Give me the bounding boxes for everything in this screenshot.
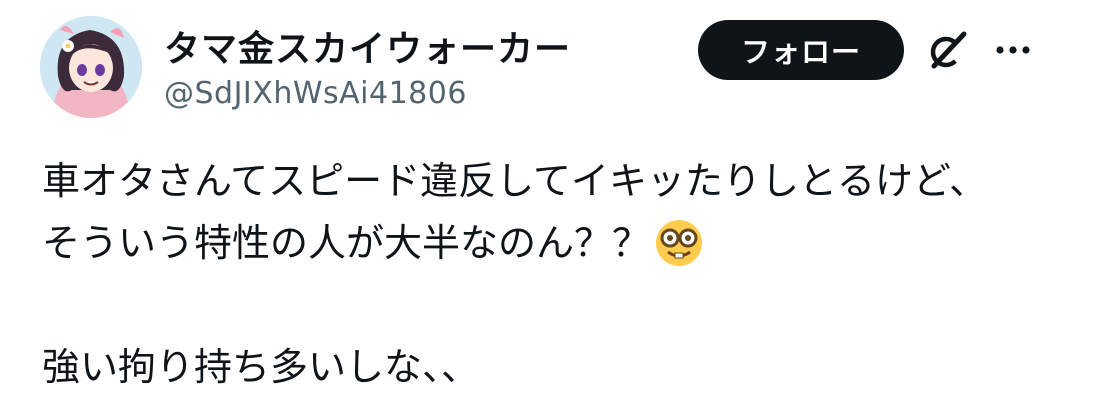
display-name[interactable]: タマ金スカイウォーカー bbox=[164, 20, 571, 72]
tweet-text: 車オタさんてスピード違反してイキッたりしとるけど、 そういう特性の人が大半なのん… bbox=[42, 150, 1082, 398]
follow-button[interactable]: フォロー bbox=[698, 20, 904, 80]
grok-icon[interactable] bbox=[926, 28, 970, 72]
user-handle[interactable]: @SdJIXhWsAi41806 bbox=[164, 76, 467, 111]
more-options-icon[interactable] bbox=[992, 32, 1036, 68]
nerd-face-icon bbox=[654, 218, 704, 268]
tweet-line: 強い拘り持ち多いしな、、 bbox=[42, 345, 480, 389]
tweet-line: 車オタさんてスピード違反してイキッたりしとるけど、 bbox=[42, 159, 988, 203]
tweet-line: そういう特性の人が大半なのん？？ bbox=[42, 221, 651, 265]
tweet-line-with-emoji: そういう特性の人が大半なのん？？ bbox=[42, 212, 1082, 274]
avatar[interactable] bbox=[40, 16, 142, 118]
